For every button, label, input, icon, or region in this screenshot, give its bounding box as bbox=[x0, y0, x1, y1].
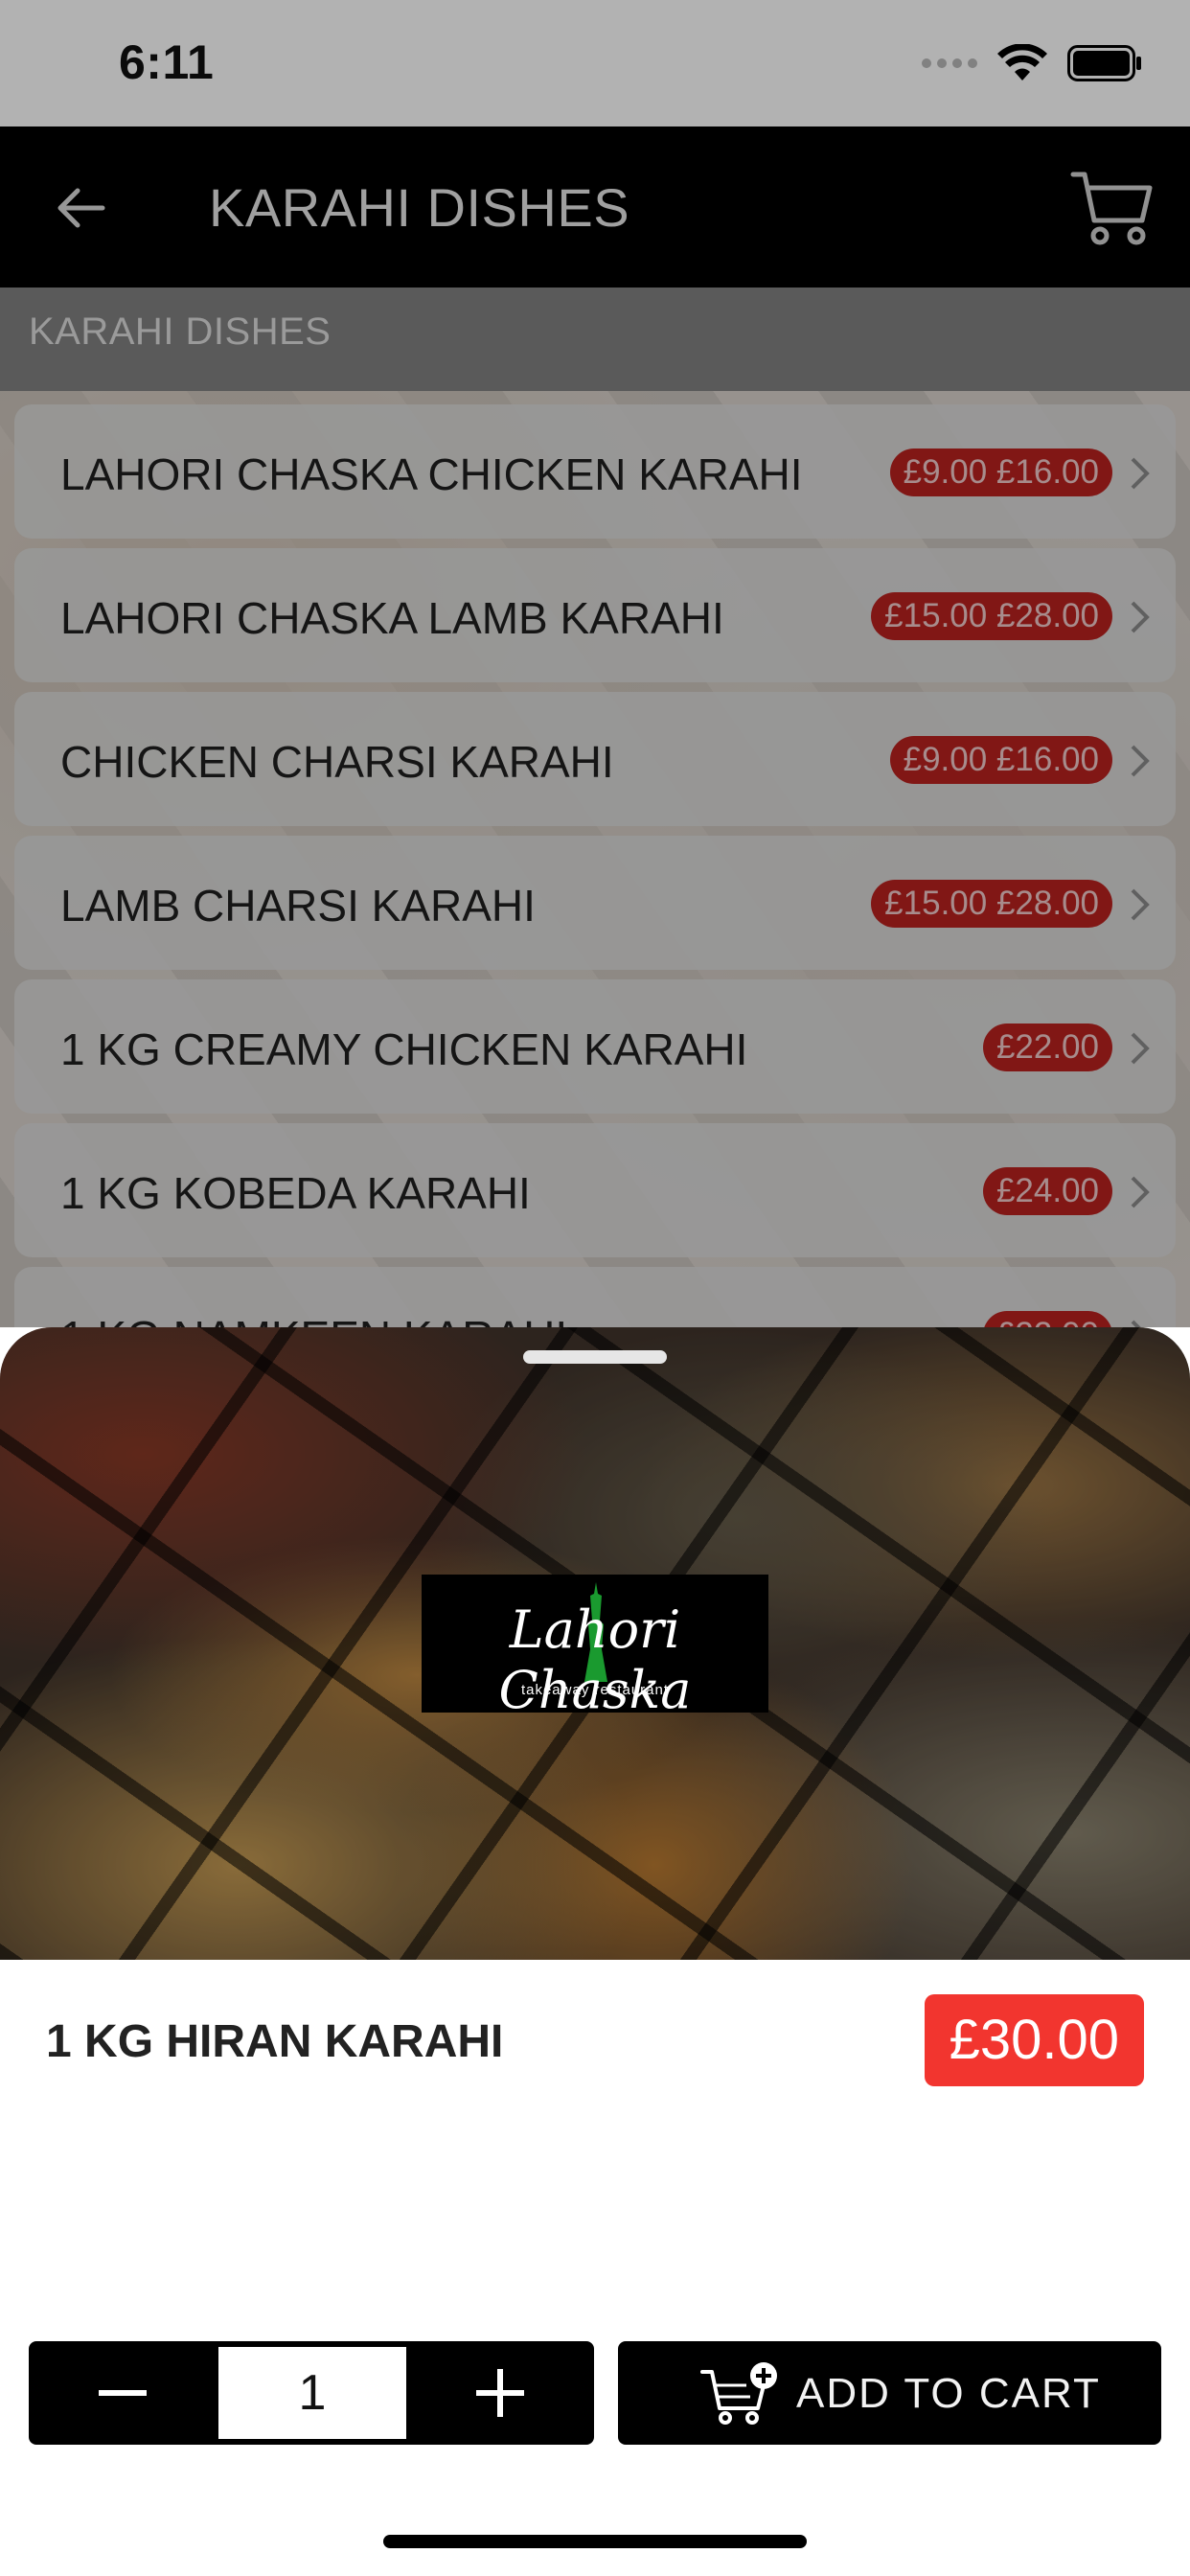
menu-item-name: 1 KG NAMKEEN KARAHI bbox=[60, 1311, 567, 1327]
quantity-stepper: 1 bbox=[29, 2341, 594, 2445]
status-icons bbox=[922, 44, 1142, 82]
battery-icon bbox=[1067, 45, 1141, 81]
nav-bar: KARAHI DISHES bbox=[0, 126, 1190, 288]
chevron-right-icon bbox=[1131, 601, 1150, 633]
restaurant-logo: Lahori Chaska takeaway restaurant bbox=[422, 1575, 768, 1720]
chevron-right-icon bbox=[1131, 745, 1150, 777]
menu-item[interactable]: 1 KG NAMKEEN KARAHI £22.00 bbox=[14, 1267, 1176, 1327]
menu-item-price: £22.00 bbox=[982, 1024, 1112, 1071]
chevron-right-icon bbox=[1131, 457, 1150, 490]
chevron-right-icon bbox=[1131, 1032, 1150, 1065]
menu-item-name: LAHORI CHASKA CHICKEN KARAHI bbox=[60, 449, 803, 499]
home-indicator[interactable] bbox=[383, 2535, 807, 2548]
chevron-right-icon bbox=[1131, 1320, 1141, 1327]
status-bar: 6:11 bbox=[0, 0, 1190, 126]
menu-item-price: £24.00 bbox=[982, 1167, 1112, 1215]
cart-icon bbox=[1070, 172, 1153, 245]
wifi-icon bbox=[997, 44, 1047, 80]
increase-quantity-button[interactable] bbox=[406, 2341, 594, 2445]
section-header: KARAHI DISHES bbox=[0, 288, 1190, 391]
menu-item-price: £9.00 £16.00 bbox=[889, 736, 1112, 784]
plus-icon bbox=[476, 2369, 524, 2417]
logo-subtitle: takeaway restaurant bbox=[520, 1682, 670, 1698]
menu-item[interactable]: LAMB CHARSI KARAHI £15.00 £28.00 bbox=[14, 836, 1176, 970]
sheet-grabber-handle[interactable] bbox=[523, 1350, 667, 1364]
add-to-cart-label: ADD TO CART bbox=[796, 2370, 1101, 2417]
menu-item-price: £9.00 £16.00 bbox=[889, 448, 1112, 496]
menu-list-page: KARAHI DISHES LAHORI CHASKA CHICKEN KARA… bbox=[0, 288, 1190, 1327]
menu-item-name: LAMB CHARSI KARAHI bbox=[60, 881, 536, 931]
cart-button[interactable] bbox=[1069, 167, 1156, 247]
menu-item[interactable]: LAHORI CHASKA CHICKEN KARAHI £9.00 £16.0… bbox=[14, 404, 1176, 539]
decrease-quantity-button[interactable] bbox=[29, 2341, 217, 2445]
cart-add-icon bbox=[700, 2362, 777, 2425]
status-time: 6:11 bbox=[119, 35, 215, 89]
menu-item[interactable]: 1 KG KOBEDA KARAHI £24.00 bbox=[14, 1123, 1176, 1257]
menu-item-name: 1 KG KOBEDA KARAHI bbox=[60, 1168, 531, 1218]
add-to-cart-button[interactable]: ADD TO CART bbox=[618, 2341, 1161, 2445]
menu-item[interactable]: LAHORI CHASKA LAMB KARAHI £15.00 £28.00 bbox=[14, 548, 1176, 682]
signal-icon bbox=[922, 58, 977, 68]
logo-text: Lahori Chaska bbox=[498, 1599, 692, 1720]
menu-item-name: 1 KG CREAMY CHICKEN KARAHI bbox=[60, 1024, 748, 1074]
item-price-badge: £30.00 bbox=[924, 1994, 1144, 2086]
back-button[interactable] bbox=[46, 174, 113, 242]
section-header-label: KARAHI DISHES bbox=[29, 310, 332, 353]
chevron-right-icon bbox=[1131, 1176, 1150, 1208]
menu-item[interactable]: 1 KG CREAMY CHICKEN KARAHI £22.00 bbox=[14, 979, 1176, 1114]
menu-item-price: £22.00 bbox=[982, 1311, 1112, 1327]
menu-item[interactable]: CHICKEN CHARSI KARAHI £9.00 £16.00 bbox=[14, 692, 1176, 826]
minus-icon bbox=[99, 2390, 147, 2396]
menu-item-price: £15.00 £28.00 bbox=[871, 592, 1112, 640]
menu-item-price: £15.00 £28.00 bbox=[871, 880, 1112, 928]
menu-item-name: LAHORI CHASKA LAMB KARAHI bbox=[60, 593, 724, 643]
page-title: KARAHI DISHES bbox=[209, 177, 630, 238]
menu-item-name: CHICKEN CHARSI KARAHI bbox=[60, 737, 614, 787]
chevron-right-icon bbox=[1131, 888, 1150, 921]
item-detail-sheet: Lahori Chaska takeaway restaurant 1 KG H… bbox=[0, 1327, 1190, 2576]
item-name: 1 KG HIRAN KARAHI bbox=[46, 2016, 504, 2067]
quantity-input[interactable]: 1 bbox=[218, 2347, 406, 2439]
menu-list: LAHORI CHASKA CHICKEN KARAHI £9.00 £16.0… bbox=[14, 404, 1176, 1327]
arrow-left-icon bbox=[57, 188, 105, 228]
